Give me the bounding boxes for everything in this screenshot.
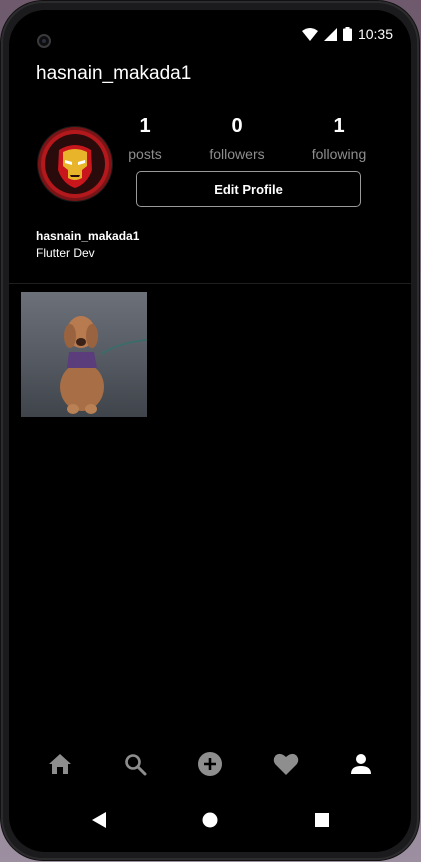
system-back-button[interactable] bbox=[89, 810, 109, 830]
page-title-username: hasnain_makada1 bbox=[36, 63, 192, 84]
profile-avatar[interactable] bbox=[37, 126, 113, 202]
back-icon bbox=[92, 812, 106, 828]
stat-posts[interactable]: 1 posts bbox=[105, 115, 185, 162]
post-thumbnail[interactable] bbox=[21, 292, 147, 417]
profile-icon bbox=[351, 754, 371, 774]
iron-man-avatar bbox=[38, 127, 112, 201]
system-home-button[interactable] bbox=[200, 810, 220, 830]
posts-count: 1 bbox=[139, 115, 151, 137]
status-time: 10:35 bbox=[357, 26, 393, 42]
recents-icon bbox=[315, 813, 329, 827]
divider bbox=[9, 283, 411, 284]
add-circle-icon bbox=[198, 752, 222, 776]
bottom-navigation bbox=[9, 740, 411, 786]
nav-activity-button[interactable] bbox=[272, 750, 300, 778]
followers-label: followers bbox=[209, 146, 265, 162]
following-count: 1 bbox=[333, 115, 345, 137]
battery-icon bbox=[342, 27, 352, 41]
wifi-icon bbox=[301, 27, 318, 41]
system-navigation-bar bbox=[9, 800, 411, 840]
phone-frame: 10:35 hasnain_makada1 1 posts 0 follower… bbox=[1, 1, 419, 860]
signal-icon bbox=[323, 27, 337, 41]
bio-username: hasnain_makada1 bbox=[36, 229, 140, 243]
edit-profile-button[interactable]: Edit Profile bbox=[136, 171, 361, 207]
home-icon bbox=[49, 754, 71, 774]
following-label: following bbox=[311, 146, 367, 162]
nav-add-button[interactable] bbox=[196, 750, 224, 778]
search-icon bbox=[125, 754, 147, 776]
stat-followers[interactable]: 0 followers bbox=[197, 115, 277, 162]
heart-icon bbox=[273, 753, 299, 775]
nav-profile-button[interactable] bbox=[347, 750, 375, 778]
app-screen: 10:35 hasnain_makada1 1 posts 0 follower… bbox=[9, 10, 411, 852]
status-bar: 10:35 bbox=[301, 26, 393, 42]
home-circle-icon bbox=[202, 812, 218, 828]
bio-description: Flutter Dev bbox=[36, 246, 95, 260]
nav-home-button[interactable] bbox=[46, 750, 74, 778]
dog-photo bbox=[21, 292, 147, 417]
nav-search-button[interactable] bbox=[121, 750, 149, 778]
front-camera bbox=[37, 34, 51, 48]
system-recents-button[interactable] bbox=[312, 810, 332, 830]
stat-following[interactable]: 1 following bbox=[299, 115, 379, 162]
followers-count: 0 bbox=[231, 115, 243, 137]
posts-label: posts bbox=[128, 146, 162, 162]
